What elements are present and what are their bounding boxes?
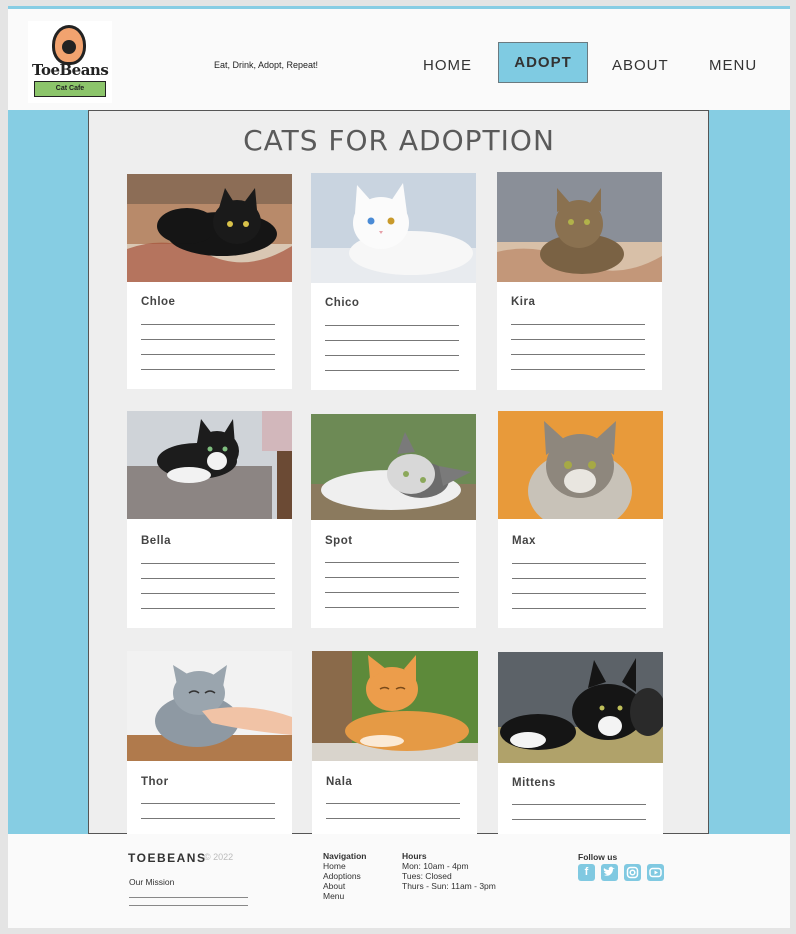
kitten-photo [498,652,663,763]
youtube-icon[interactable] [647,864,664,881]
nav-menu[interactable]: MENU [709,57,757,74]
logo-subtext: Cat Cafe [34,81,106,97]
divider [325,325,459,326]
divider [512,593,646,594]
twitter-icon[interactable] [601,864,618,881]
divider [325,607,459,608]
footer-link-adoptions[interactable]: Adoptions [323,871,366,881]
divider [141,593,275,594]
divider [141,369,275,370]
footer-hours: Hours Mon: 10am - 4pm Tues: Closed Thurs… [402,851,496,891]
divider [325,355,459,356]
divider [141,803,275,804]
site-header: ToeBeans Cat Cafe Eat, Drink, Adopt, Rep… [8,9,790,110]
nav-about[interactable]: ABOUT [612,57,669,74]
white-cat-photo [311,173,476,283]
divider [325,577,459,578]
cat-name: Nala [326,776,353,788]
hours-line: Mon: 10am - 4pm [402,861,469,871]
cat-name: Chico [325,297,360,309]
divider [512,819,646,820]
footer-copyright: © 2022 [204,852,234,862]
divider [511,339,645,340]
cat-card-kira[interactable]: Kira [497,172,662,390]
cat-name: Kira [511,296,536,308]
facebook-icon[interactable]: f [578,864,595,881]
cat-card-bella[interactable]: Bella [127,411,292,628]
logo[interactable]: ToeBeans Cat Cafe [28,21,112,103]
divider [129,905,248,906]
tabby-cat-photo [497,172,662,282]
divider [325,370,459,371]
page-frame: ToeBeans Cat Cafe Eat, Drink, Adopt, Rep… [8,6,790,928]
orange-cat-photo [312,651,478,761]
divider [141,339,275,340]
cat-name: Mittens [512,777,556,789]
nav-adopt[interactable]: ADOPT [498,42,588,83]
cat-name: Bella [141,535,171,547]
divider [326,803,460,804]
divider [511,354,645,355]
grey-white-cat-photo [311,414,476,520]
page-title: CATS FOR ADOPTION [243,124,555,157]
cat-name: Spot [325,535,353,547]
divider [141,324,275,325]
divider [129,897,248,898]
footer-follow-label: Follow us [578,852,618,862]
black-cat-photo [127,174,292,282]
cat-name: Thor [141,776,169,788]
hours-line: Thurs - Sun: 11am - 3pm [402,881,496,891]
footer-brand: TOEBEANS [128,851,207,865]
hours-line: Tues: Closed [402,871,452,881]
cat-card-chloe[interactable]: Chloe [127,174,292,389]
tuxedo-cat-photo [127,411,292,519]
cat-name: Max [512,535,536,547]
footer-link-home[interactable]: Home [323,861,366,871]
logo-text: ToeBeans [32,61,109,79]
divider [511,369,645,370]
cat-card-chico[interactable]: Chico [311,173,476,390]
footer-link-menu[interactable]: Menu [323,891,366,901]
divider [511,324,645,325]
instagram-icon[interactable] [624,864,641,881]
site-footer: TOEBEANS © 2022 Our Mission Navigation H… [8,834,790,928]
cat-card-max[interactable]: Max [498,411,663,628]
footer-navigation-heading: Navigation [323,851,367,861]
cat-card-spot[interactable]: Spot [311,414,476,628]
divider [141,354,275,355]
divider [325,592,459,593]
footer-link-about[interactable]: About [323,881,366,891]
divider [325,562,459,563]
nav-home[interactable]: HOME [423,57,472,74]
paw-icon [52,25,86,65]
cat-card-thor[interactable]: Thor [127,651,292,834]
cat-card-nala[interactable]: Nala [312,651,478,834]
footer-mission-label: Our Mission [129,877,175,887]
divider [141,608,275,609]
cat-card-mittens[interactable]: Mittens [498,652,663,834]
cat-name: Chloe [141,296,176,308]
divider [325,340,459,341]
grey-cat-photo [127,651,292,761]
divider [512,563,646,564]
footer-navigation: Navigation Home Adoptions About Menu [323,851,366,901]
divider [326,818,460,819]
divider [512,608,646,609]
divider [512,804,646,805]
divider [141,563,275,564]
divider [141,578,275,579]
divider [141,818,275,819]
divider [512,578,646,579]
maine-coon-photo [498,411,663,519]
tagline: Eat, Drink, Adopt, Repeat! [214,60,319,70]
footer-hours-heading: Hours [402,851,427,861]
